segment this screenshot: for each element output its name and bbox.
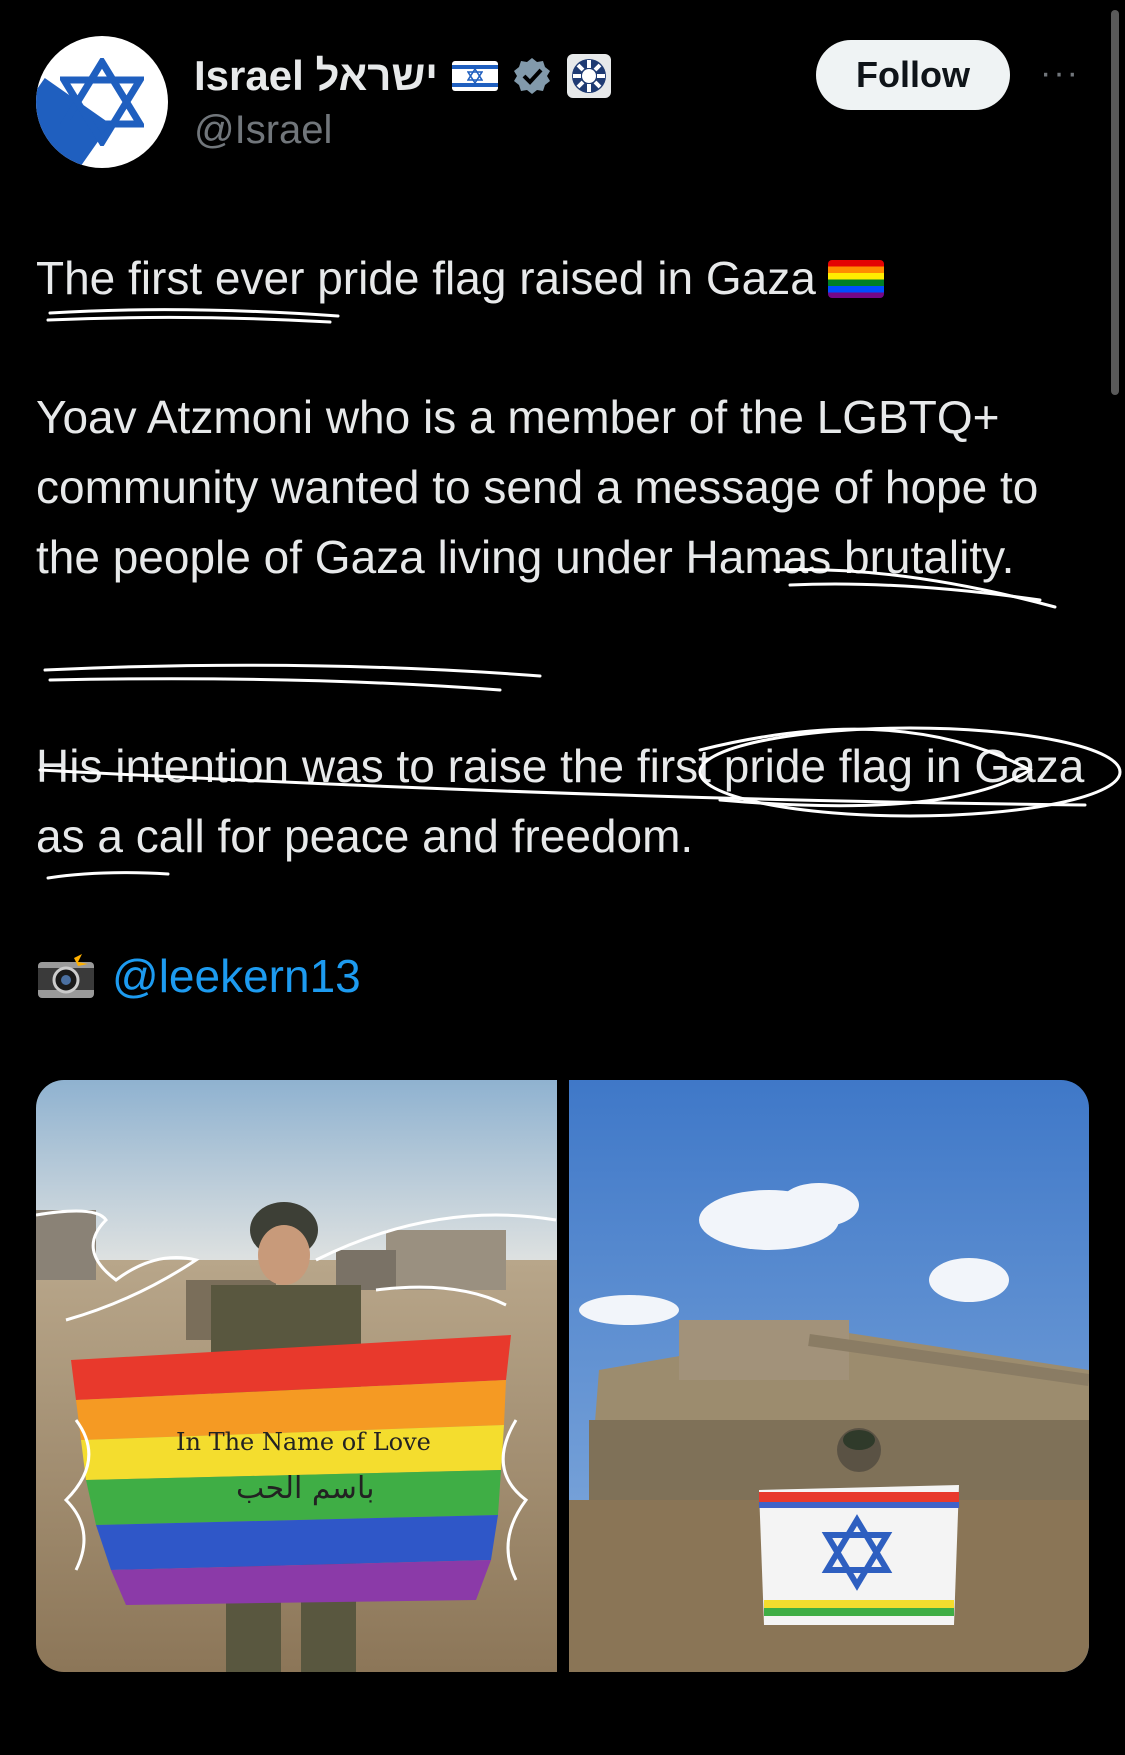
- display-name[interactable]: Israel ישראל: [194, 52, 438, 100]
- scrollbar[interactable]: [1111, 10, 1119, 395]
- verified-badge-icon[interactable]: [512, 56, 552, 96]
- follow-button[interactable]: Follow: [816, 40, 1010, 110]
- israel-flag-icon: [451, 61, 498, 91]
- government-emblem-icon[interactable]: [566, 53, 612, 99]
- tweet-paragraph-3: His intention was to raise the first pri…: [36, 740, 1085, 862]
- photographer-mention-link[interactable]: @leekern13: [112, 950, 361, 1002]
- flag-handwritten-text: In The Name of Love: [176, 1428, 431, 1456]
- account-handle[interactable]: @Israel: [194, 108, 332, 153]
- tweet-headline: The first ever pride flag raised in Gaza: [36, 252, 816, 304]
- more-options-icon[interactable]: ···: [1040, 54, 1080, 93]
- avatar[interactable]: [36, 36, 168, 168]
- rainbow-flag-emoji: [827, 260, 884, 298]
- tweet-photo-credit: @leekern13: [36, 941, 1096, 1011]
- star-of-david-icon: [60, 58, 144, 146]
- tweet-media-grid[interactable]: In The Name of Love باسم الحب: [36, 1080, 1089, 1672]
- flag-arabic-text: باسم الحب: [236, 1471, 374, 1506]
- photo-soldier-pride-flag[interactable]: In The Name of Love باسم الحب: [36, 1080, 557, 1672]
- photo-soldier-israel-pride-flag-tank[interactable]: [568, 1080, 1090, 1672]
- camera-flash-emoji-icon: [38, 950, 94, 998]
- account-name-row[interactable]: Israel ישראל: [194, 52, 612, 100]
- tweet-line-1: The first ever pride flag raised in Gaza: [36, 243, 1096, 313]
- tweet-paragraph-2: Yoav Atzmoni who is a member of the LGBT…: [36, 391, 1039, 583]
